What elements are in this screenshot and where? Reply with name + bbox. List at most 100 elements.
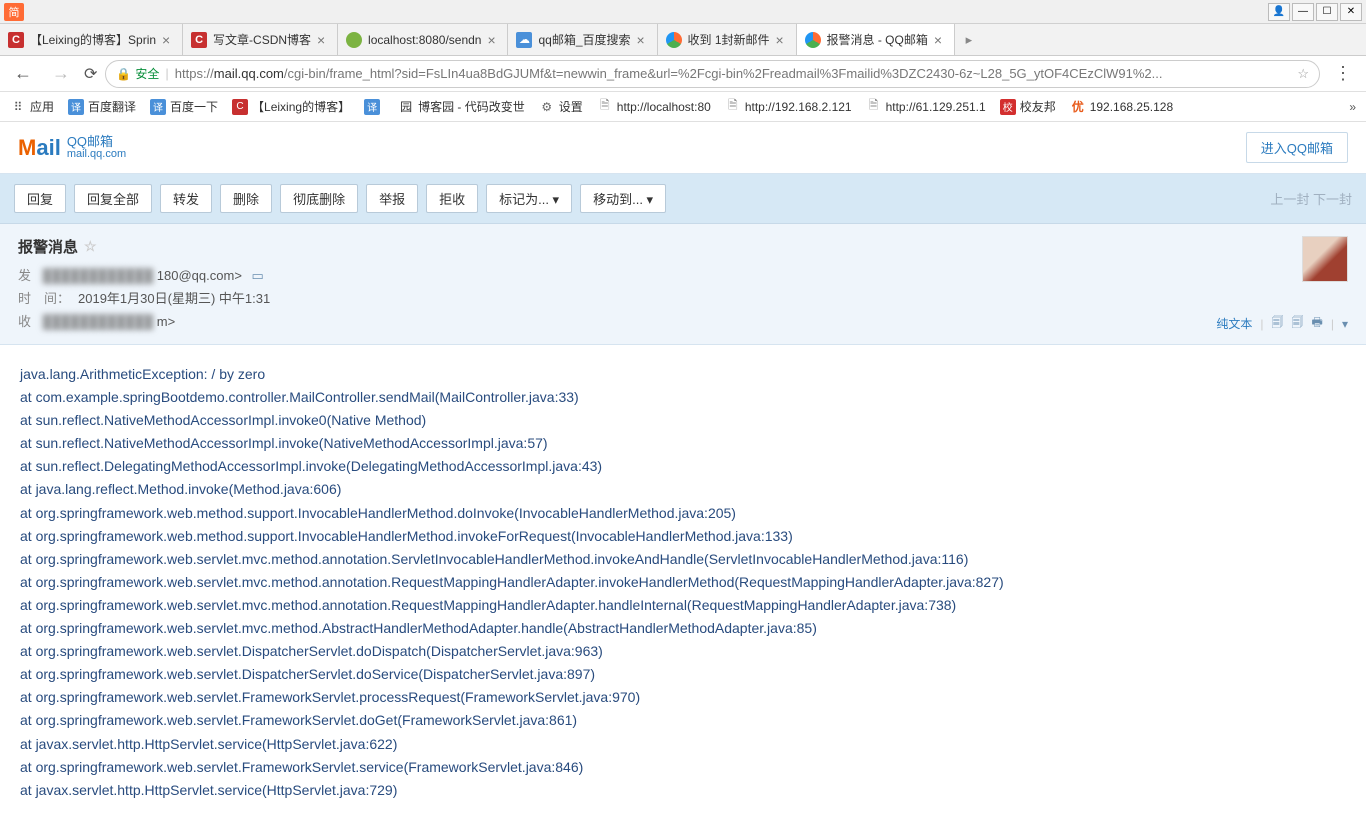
stacktrace-line: at sun.reflect.NativeMethodAccessorImpl.… [20,409,1346,432]
bookmark-item[interactable]: 译 [364,99,384,115]
tool-icon-2[interactable]: 🗐 [1292,313,1304,334]
forward-button[interactable]: → [46,63,76,84]
stacktrace-line: at org.springframework.web.servlet.mvc.m… [20,617,1346,640]
browser-menu-icon[interactable]: ⋮ [1328,63,1358,84]
mail-action-button[interactable]: 移动到... ▾ [580,184,666,213]
bookmark-item[interactable]: 🗎http://localhost:80 [597,99,711,115]
address-bar[interactable]: 🔒 安全 | https://mail.qq.com/cgi-bin/frame… [105,60,1320,88]
stacktrace-line: at org.springframework.web.servlet.mvc.m… [20,548,1346,571]
bookmarks-bar: ⠿ 应用 译百度翻译译百度一下C【Leixing的博客】译园博客园 - 代码改变… [0,92,1366,122]
stacktrace-line: at org.springframework.web.servlet.Dispa… [20,663,1346,686]
browser-tabs: C【Leixing的博客】Sprin×C写文章-CSDN博客×localhost… [0,24,1366,56]
stacktrace-line: at org.springframework.web.method.suppor… [20,525,1346,548]
from-value: 180@qq.com> [157,268,242,283]
close-window-button[interactable]: ✕ [1340,3,1362,21]
reload-button[interactable]: ⟳ [84,64,97,84]
prev-next-nav[interactable]: 上一封 下一封 [1270,189,1352,208]
bookmark-item[interactable]: C【Leixing的博客】 [232,98,350,115]
tool-icon-1[interactable]: 🗐 [1272,313,1284,334]
stacktrace-line: at org.springframework.web.servlet.Frame… [20,756,1346,779]
bookmark-item[interactable]: 🗎 http://192.168.2.121 [725,99,852,115]
maximize-button[interactable]: ☐ [1316,3,1338,21]
tab-favicon-icon [666,32,682,48]
url-separator: | [165,66,168,81]
mail-action-button[interactable]: 彻底删除 [280,184,358,213]
bookmark-favicon-icon: 🗎 [725,99,741,115]
stacktrace-line: at javax.servlet.http.HttpServlet.servic… [20,779,1346,802]
tab-favicon-icon [346,32,362,48]
bookmark-item[interactable]: 🗎http://61.129.251.1 [866,99,986,115]
bookmark-item[interactable]: 译百度翻译 [68,98,136,115]
bookmark-favicon-icon: 译 [364,99,380,115]
browser-tab[interactable]: 报警消息 - QQ邮箱× [797,24,955,55]
mail-action-button[interactable]: 举报 [366,184,418,213]
bookmark-label: http://61.129.251.1 [886,100,986,114]
stacktrace-line: at org.springframework.web.servlet.Frame… [20,709,1346,732]
tab-close-icon[interactable]: × [637,34,649,46]
mail-action-bar: 回复回复全部转发删除彻底删除举报拒收标记为... ▾ 移动到... ▾ 上一封 下… [0,174,1366,224]
stacktrace-line: at org.springframework.web.servlet.Frame… [20,686,1346,709]
bookmark-favicon-icon: 园 [398,99,414,115]
stacktrace-line: at org.springframework.web.servlet.mvc.m… [20,571,1346,594]
browser-tab[interactable]: C写文章-CSDN博客× [183,24,338,55]
bookmark-label: http://192.168.2.121 [745,100,852,114]
bookmark-favicon-icon: ⚙ [539,99,555,115]
time-value: 2019年1月30日(星期三) 中午1:31 [78,291,270,306]
print-icon[interactable]: 🖶 [1312,313,1323,334]
logo-domain: mail.qq.com [67,148,126,160]
mail-action-button[interactable]: 标记为... ▾ [486,184,572,213]
user-icon[interactable]: 👤 [1268,3,1290,21]
stacktrace-line: at sun.reflect.DelegatingMethodAccessorI… [20,455,1346,478]
mail-action-button[interactable]: 回复 [14,184,66,213]
stacktrace-line: at java.lang.reflect.Method.invoke(Metho… [20,478,1346,501]
enter-mailbox-button[interactable]: 进入QQ邮箱 [1246,132,1348,163]
mail-action-button[interactable]: 删除 [220,184,272,213]
from-blurred: ████████████ [43,268,154,283]
mail-action-button[interactable]: 回复全部 [74,184,152,213]
bookmark-label: 校友邦 [1020,98,1056,115]
chevron-down-icon[interactable]: ▾ [1342,317,1348,331]
tab-title: 【Leixing的博客】Sprin [30,31,156,48]
bookmark-star-icon[interactable]: ☆ [1297,66,1309,82]
new-tab-button[interactable]: ▸ [955,24,983,55]
window-controls: 👤 — ☐ ✕ [1268,3,1362,21]
bookmark-item[interactable]: 园博客园 - 代码改变世 [398,98,525,115]
logo-text: Mail [18,135,61,161]
stacktrace-line: at org.springframework.web.method.suppor… [20,502,1346,525]
to-value: m> [157,314,175,329]
tab-title: qq邮箱_百度搜索 [538,31,630,48]
tab-close-icon[interactable]: × [934,34,946,46]
tab-close-icon[interactable]: × [776,34,788,46]
apps-button[interactable]: ⠿ 应用 [10,98,54,115]
browser-tab[interactable]: 收到 1封新邮件× [658,24,797,55]
meta-right-tools: 纯文本 | 🗐 🗐 🖶 | ▾ [1216,313,1348,334]
browser-tab[interactable]: ☁qq邮箱_百度搜索× [508,24,657,55]
mail-action-button[interactable]: 拒收 [426,184,478,213]
tab-close-icon[interactable]: × [317,34,329,46]
bookmark-favicon-icon: 校 [1000,99,1016,115]
bookmark-item[interactable]: 校校友邦 [1000,98,1056,115]
minimize-button[interactable]: — [1292,3,1314,21]
sender-avatar[interactable] [1302,236,1348,282]
star-icon[interactable]: ☆ [84,238,97,255]
url-text: https://mail.qq.com/cgi-bin/frame_html?s… [175,66,1292,81]
mail-subject: 报警消息 ☆ [18,236,1348,257]
bookmark-item[interactable]: 优192.168.25.128 [1070,99,1173,115]
stacktrace-line: java.lang.ArithmeticException: / by zero [20,363,1346,386]
mail-header: Mail QQ邮箱 mail.qq.com 进入QQ邮箱 [0,122,1366,174]
bookmark-favicon-icon: 译 [68,99,84,115]
back-button[interactable]: ← [8,63,38,84]
browser-tab[interactable]: C【Leixing的博客】Sprin× [0,24,183,55]
bookmarks-overflow-icon[interactable]: » [1349,100,1356,114]
bookmark-favicon-icon: 优 [1070,99,1086,115]
browser-tab[interactable]: localhost:8080/sendn× [338,24,508,55]
from-label: 发 [18,268,31,283]
time-label: 时 间： [18,291,70,306]
bookmark-item[interactable]: ⚙设置 [539,98,583,115]
contact-card-icon[interactable]: ▭ [252,268,264,283]
plain-text-link[interactable]: 纯文本 [1216,315,1252,332]
tab-close-icon[interactable]: × [487,34,499,46]
tab-close-icon[interactable]: × [162,34,174,46]
bookmark-item[interactable]: 译百度一下 [150,98,218,115]
mail-action-button[interactable]: 转发 [160,184,212,213]
